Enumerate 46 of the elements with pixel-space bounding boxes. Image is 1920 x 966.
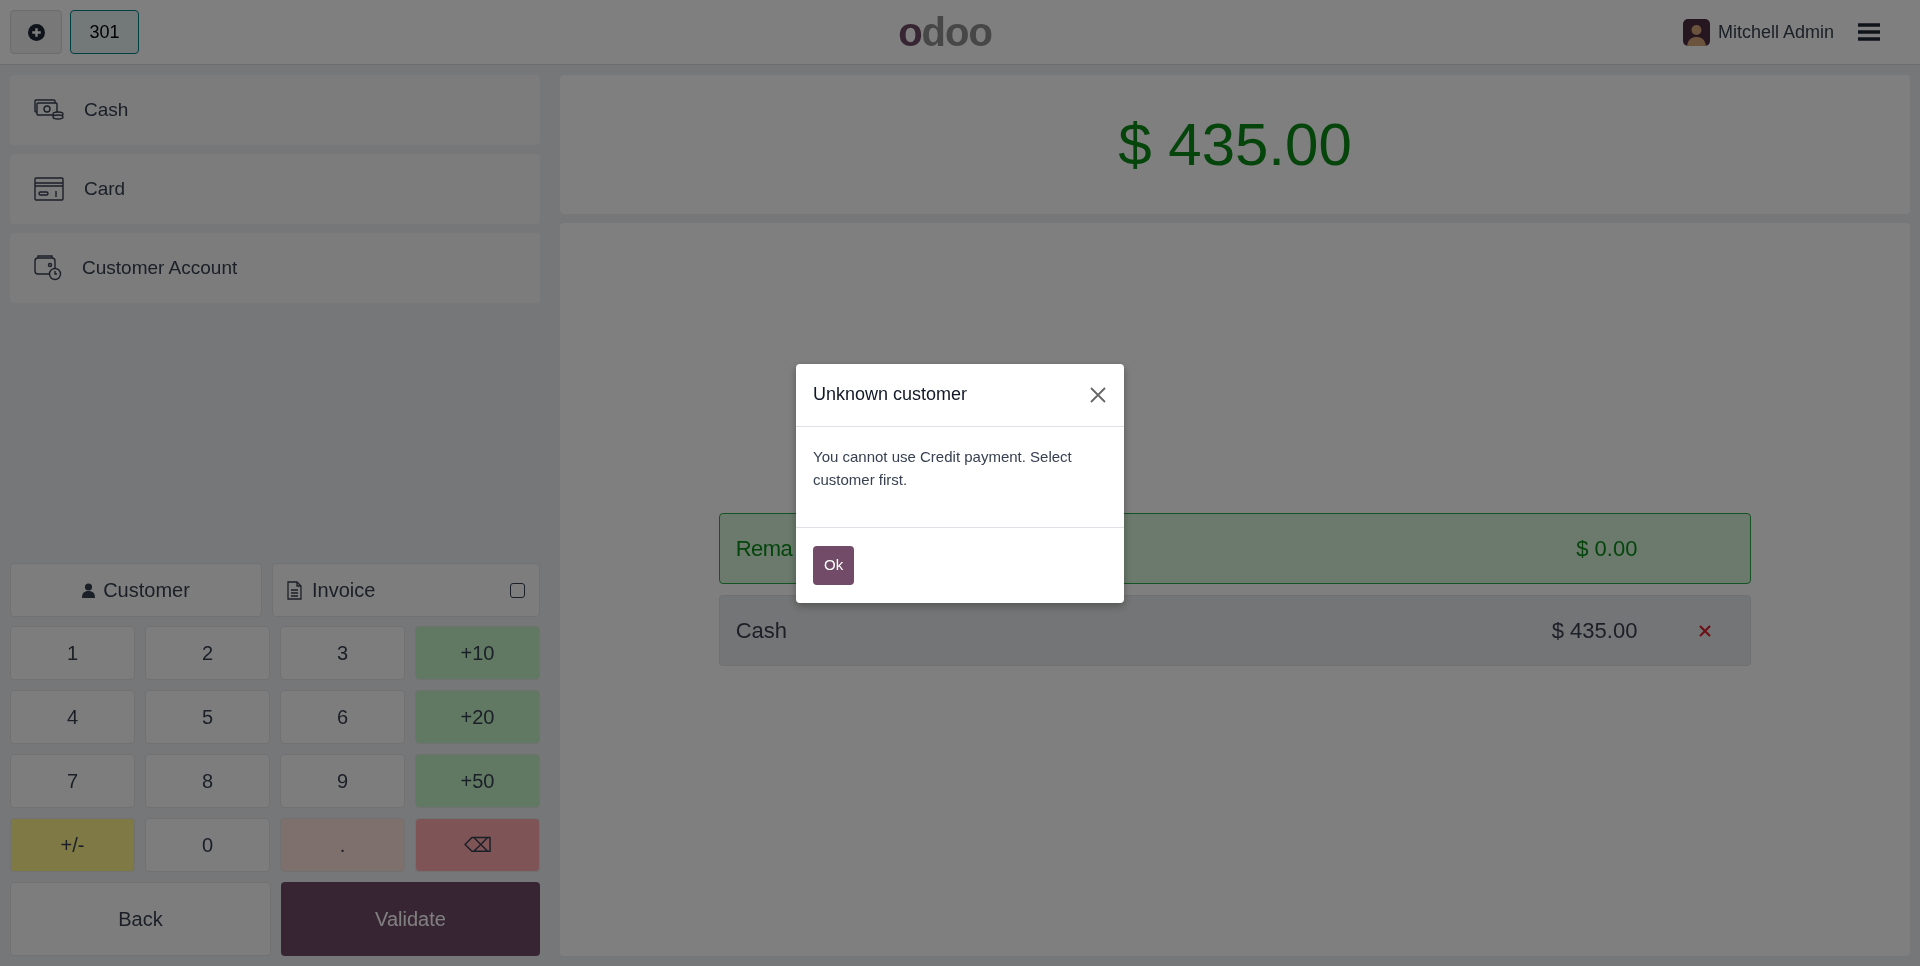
total-amount: $ 435.00 — [1118, 109, 1352, 180]
payment-method-button[interactable]: Customer Account — [10, 233, 540, 303]
digit-key[interactable]: 4 — [10, 690, 135, 744]
card-icon — [34, 177, 64, 201]
add-amount-key[interactable]: +10 — [415, 626, 540, 680]
decimal-key[interactable]: . — [280, 818, 405, 872]
add-amount-key[interactable]: +20 — [415, 690, 540, 744]
payment-line-amount: $ 435.00 — [1551, 617, 1638, 645]
user-name[interactable]: Mitchell Admin — [1717, 18, 1834, 46]
back-button[interactable]: Back — [10, 882, 271, 956]
digit-key[interactable]: 6 — [280, 690, 405, 744]
payment-method-button[interactable]: Cash — [10, 75, 540, 145]
sign-key[interactable]: +/- — [10, 818, 135, 872]
user-icon — [82, 582, 96, 598]
document-icon — [287, 580, 302, 600]
digit-key[interactable]: 2 — [145, 626, 270, 680]
digit-key[interactable]: 9 — [280, 754, 405, 808]
invoice-checkbox[interactable] — [510, 582, 525, 598]
wallet-clock-icon — [34, 255, 62, 281]
logo: odoo — [898, 12, 992, 52]
order-tab[interactable]: 301 — [70, 10, 139, 54]
remaining-label: Rema — [735, 535, 793, 563]
digit-key[interactable]: 7 — [10, 754, 135, 808]
digit-key[interactable]: 5 — [145, 690, 270, 744]
digit-key[interactable]: 1 — [10, 626, 135, 680]
remove-icon[interactable] — [1699, 624, 1712, 637]
customer-button[interactable]: Customer — [10, 563, 262, 617]
invoice-button[interactable]: Invoice — [272, 563, 540, 617]
remaining-amount: $ 0.00 — [1576, 535, 1638, 563]
menu-icon[interactable] — [1858, 22, 1880, 42]
dialog-message: You cannot use Credit payment. Select customer first. — [812, 446, 1073, 490]
new-order-button[interactable] — [10, 10, 62, 54]
plus-icon — [27, 23, 45, 41]
backspace-key[interactable]: ⌫ — [415, 818, 540, 872]
cash-icon — [34, 99, 64, 121]
add-amount-key[interactable]: +50 — [415, 754, 540, 808]
ok-button[interactable]: Ok — [813, 546, 855, 585]
validate-button[interactable]: Validate — [281, 882, 540, 956]
close-button[interactable] — [1089, 385, 1107, 404]
digit-key[interactable]: 0 — [145, 818, 270, 872]
digit-key[interactable]: 3 — [280, 626, 405, 680]
payment-line-name: Cash — [735, 617, 787, 645]
dialog-title: Unknown customer — [813, 383, 968, 406]
avatar-icon — [1682, 18, 1710, 46]
digit-key[interactable]: 8 — [145, 754, 270, 808]
payment-method-button[interactable]: Card — [10, 154, 540, 224]
